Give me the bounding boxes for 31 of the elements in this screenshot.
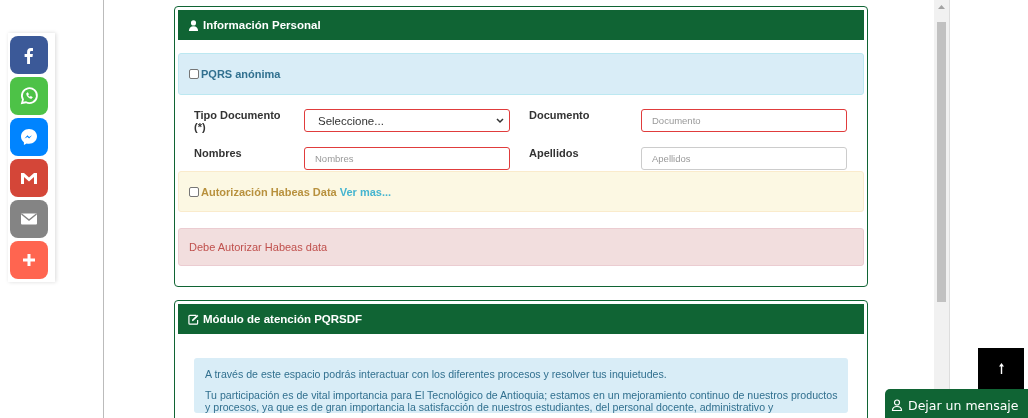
edit-icon [188, 313, 199, 325]
text-input-field[interactable]: Apellidos [641, 147, 847, 170]
arrow-up-icon [998, 363, 1004, 374]
field-label: Apellidos [529, 147, 580, 161]
field-label: Tipo Documento (*) [194, 109, 282, 134]
checkbox-label: PQRS anónima [201, 68, 281, 80]
share-button[interactable] [10, 159, 48, 197]
info-paragraph: Tu participación es de vital importancia para El Tecnológico de Antioquia; estamos en un mejoramiento continuo de nuestros productos y procesos, ya que es de gran importancia la satisfacción de nuestros estudiantes, del personal docente, administrativo y [205, 389, 839, 413]
panel-title: Módulo de atención PQRSDF [203, 313, 363, 325]
checkbox[interactable] [189, 69, 199, 79]
document-type-select[interactable]: Seleccione... [304, 109, 510, 132]
text-input-field[interactable]: Documento [641, 109, 847, 132]
field-label: Documento [529, 109, 591, 123]
share-button[interactable] [10, 200, 48, 238]
share-button[interactable] [10, 241, 48, 279]
info-paragraph: A través de este espacio podrás interactuar con los diferentes procesos y resolver tus inquietudes. [205, 368, 668, 380]
user-icon [188, 19, 199, 31]
field-label: Nombres [194, 147, 243, 161]
leave-message-button[interactable]: Dejar un mensaje [885, 389, 1028, 418]
scrollbar[interactable] [934, 0, 949, 389]
text-input-field[interactable]: Nombres [304, 147, 510, 170]
scrollbar-thumb[interactable] [937, 22, 946, 302]
share-button[interactable] [10, 36, 48, 74]
panel-title: Información Personal [203, 19, 321, 31]
chevron-down-icon [496, 117, 504, 124]
checkbox-label: Autorización Habeas Data [201, 185, 337, 198]
error-message: Debe Autorizar Habeas data [178, 228, 864, 266]
checkbox[interactable] [189, 186, 199, 197]
person-icon [891, 399, 903, 411]
share-button[interactable] [10, 118, 48, 156]
scroll-up-icon[interactable] [937, 3, 946, 11]
